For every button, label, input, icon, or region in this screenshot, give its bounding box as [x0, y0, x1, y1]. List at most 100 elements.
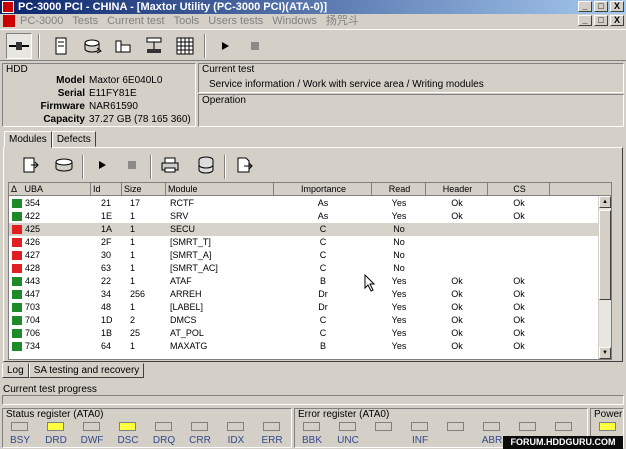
disk-read-icon[interactable] — [80, 33, 106, 59]
cell-id: 22 — [101, 276, 112, 286]
halt-icon[interactable] — [120, 153, 144, 177]
register-led — [263, 422, 280, 431]
cell-uba: 703 — [25, 302, 41, 312]
register-led-label: CRR — [189, 435, 211, 446]
scroll-down-icon[interactable]: ▼ — [599, 347, 611, 359]
cell-header: Ok — [451, 302, 463, 312]
register-led-label: DSC — [117, 435, 139, 446]
register-led — [155, 422, 172, 431]
cell-size: 1 — [130, 250, 136, 260]
table-row[interactable]: 422 1E 1 SRV As Yes Ok Ok — [9, 210, 609, 223]
col-id[interactable]: Id — [91, 183, 122, 196]
passport-icon[interactable] — [48, 33, 74, 59]
cell-header: Ok — [451, 341, 463, 351]
status-square-icon — [12, 342, 22, 351]
register-led-label: BSY — [9, 435, 30, 446]
table-row[interactable]: 428 63 1 [SMRT_AC] C No — [9, 262, 609, 275]
menu-windows[interactable]: Windows — [272, 14, 317, 28]
cell-read: No — [393, 250, 405, 260]
file-export-icon[interactable] — [232, 153, 256, 177]
database-icon[interactable] — [194, 153, 218, 177]
doc-restore-button[interactable]: □ — [594, 15, 608, 26]
register-led — [83, 422, 100, 431]
minimize-button[interactable]: _ — [578, 1, 592, 12]
status-square-icon — [12, 225, 22, 234]
tab-defects[interactable]: Defects — [51, 131, 96, 147]
register-led — [303, 422, 320, 431]
hdd-info-panel: HDD Model Maxtor 6E040L0 Serial E11FY81E… — [2, 63, 196, 127]
col-size[interactable]: Size — [122, 183, 166, 196]
menu-tests[interactable]: Tests — [72, 14, 98, 28]
col-cs[interactable]: CS — [488, 183, 550, 196]
maximize-button[interactable]: □ — [594, 1, 608, 12]
window-title: PC-3000 PCI - CHINA - [Maxtor Utility (P… — [18, 1, 328, 13]
doc-minimize-button[interactable]: _ — [578, 15, 592, 26]
cell-importance: B — [319, 341, 326, 351]
table-row[interactable]: 425 1A 1 SECU C No — [9, 223, 609, 236]
tab-modules[interactable]: Modules — [4, 131, 52, 148]
table-row[interactable]: 734 64 1 MAXATG B Yes Ok Ok — [9, 340, 609, 353]
table-row[interactable]: 706 1B 25 AT_POL C Yes Ok Ok — [9, 327, 609, 340]
col-header[interactable]: Header — [426, 183, 488, 196]
table-row[interactable]: 426 2F 1 [SMRT_T] C No — [9, 236, 609, 249]
register-led — [227, 422, 244, 431]
table-row[interactable]: 703 48 1 [LABEL] Dr Yes Ok Ok — [9, 301, 609, 314]
close-button[interactable]: X — [610, 1, 624, 12]
register-led — [447, 422, 464, 431]
cell-uba: 443 — [25, 276, 41, 286]
disk-icon[interactable] — [52, 153, 76, 177]
menu-pc3000[interactable]: PC-3000 — [20, 14, 63, 28]
export-icon[interactable] — [18, 153, 42, 177]
cell-id: 64 — [101, 341, 112, 351]
factory-icon[interactable] — [110, 33, 136, 59]
cell-header: Ok — [451, 315, 463, 325]
document-icon[interactable] — [3, 15, 15, 27]
table-icon[interactable] — [172, 33, 198, 59]
cell-module: [SMRT_AC] — [170, 263, 218, 273]
run-icon[interactable] — [90, 153, 114, 177]
scroll-up-icon[interactable]: ▲ — [599, 196, 611, 208]
table-row[interactable]: 443 22 1 ATAF B Yes Ok Ok — [9, 275, 609, 288]
top-tabs: Modules Defects — [4, 131, 96, 148]
col-uba[interactable]: Δ UBA — [9, 183, 91, 196]
cell-importance: As — [317, 211, 329, 221]
serial-value: E11FY81E — [89, 88, 137, 99]
vertical-scrollbar[interactable]: ▲ ▼ — [598, 196, 611, 359]
register-led — [411, 422, 428, 431]
model-value: Maxtor 6E040L0 — [89, 75, 163, 86]
cell-read: Yes — [391, 315, 407, 325]
cell-id: 63 — [101, 263, 112, 273]
cell-size: 1 — [130, 263, 136, 273]
menu-extra[interactable]: 扬咒斗 — [326, 14, 359, 28]
play-icon[interactable] — [212, 33, 238, 59]
cell-read: Yes — [391, 328, 407, 338]
title-bar: PC-3000 PCI - CHINA - [Maxtor Utility (P… — [0, 0, 626, 14]
col-module[interactable]: Module — [166, 183, 274, 196]
cell-read: No — [393, 263, 405, 273]
cell-size: 1 — [130, 211, 136, 221]
cell-cs: Ok — [513, 289, 525, 299]
tab-log[interactable]: Log — [2, 363, 29, 378]
col-importance[interactable]: Importance — [274, 183, 372, 196]
status-square-icon — [12, 212, 22, 221]
table-row[interactable]: 447 34 256 ARREH Dr Yes Ok Ok — [9, 288, 609, 301]
table-row[interactable]: 704 1D 2 DMCS C Yes Ok Ok — [9, 314, 609, 327]
printer-icon[interactable] — [158, 153, 182, 177]
menu-users-tests[interactable]: Users tests — [208, 14, 263, 28]
bottom-tabs: Log SA testing and recovery — [2, 363, 145, 378]
cell-module: MAXATG — [170, 341, 208, 351]
stop-icon[interactable] — [242, 33, 268, 59]
menu-tools[interactable]: Tools — [174, 14, 200, 28]
col-read[interactable]: Read — [372, 183, 426, 196]
stack-icon[interactable] — [141, 33, 167, 59]
error-register-title: Error register (ATA0) — [298, 409, 390, 420]
scroll-thumb[interactable] — [599, 210, 611, 300]
doc-close-button[interactable]: X — [610, 15, 624, 26]
table-row[interactable]: 427 30 1 [SMRT_A] C No — [9, 249, 609, 262]
menu-current-test[interactable]: Current test — [107, 14, 164, 28]
table-row[interactable]: 354 21 17 RCTF As Yes Ok Ok — [9, 197, 609, 210]
tab-sa-testing[interactable]: SA testing and recovery — [28, 363, 145, 378]
cell-read: Yes — [391, 276, 407, 286]
cell-importance: Dr — [318, 302, 328, 312]
hdd-connect-icon[interactable] — [6, 33, 32, 59]
